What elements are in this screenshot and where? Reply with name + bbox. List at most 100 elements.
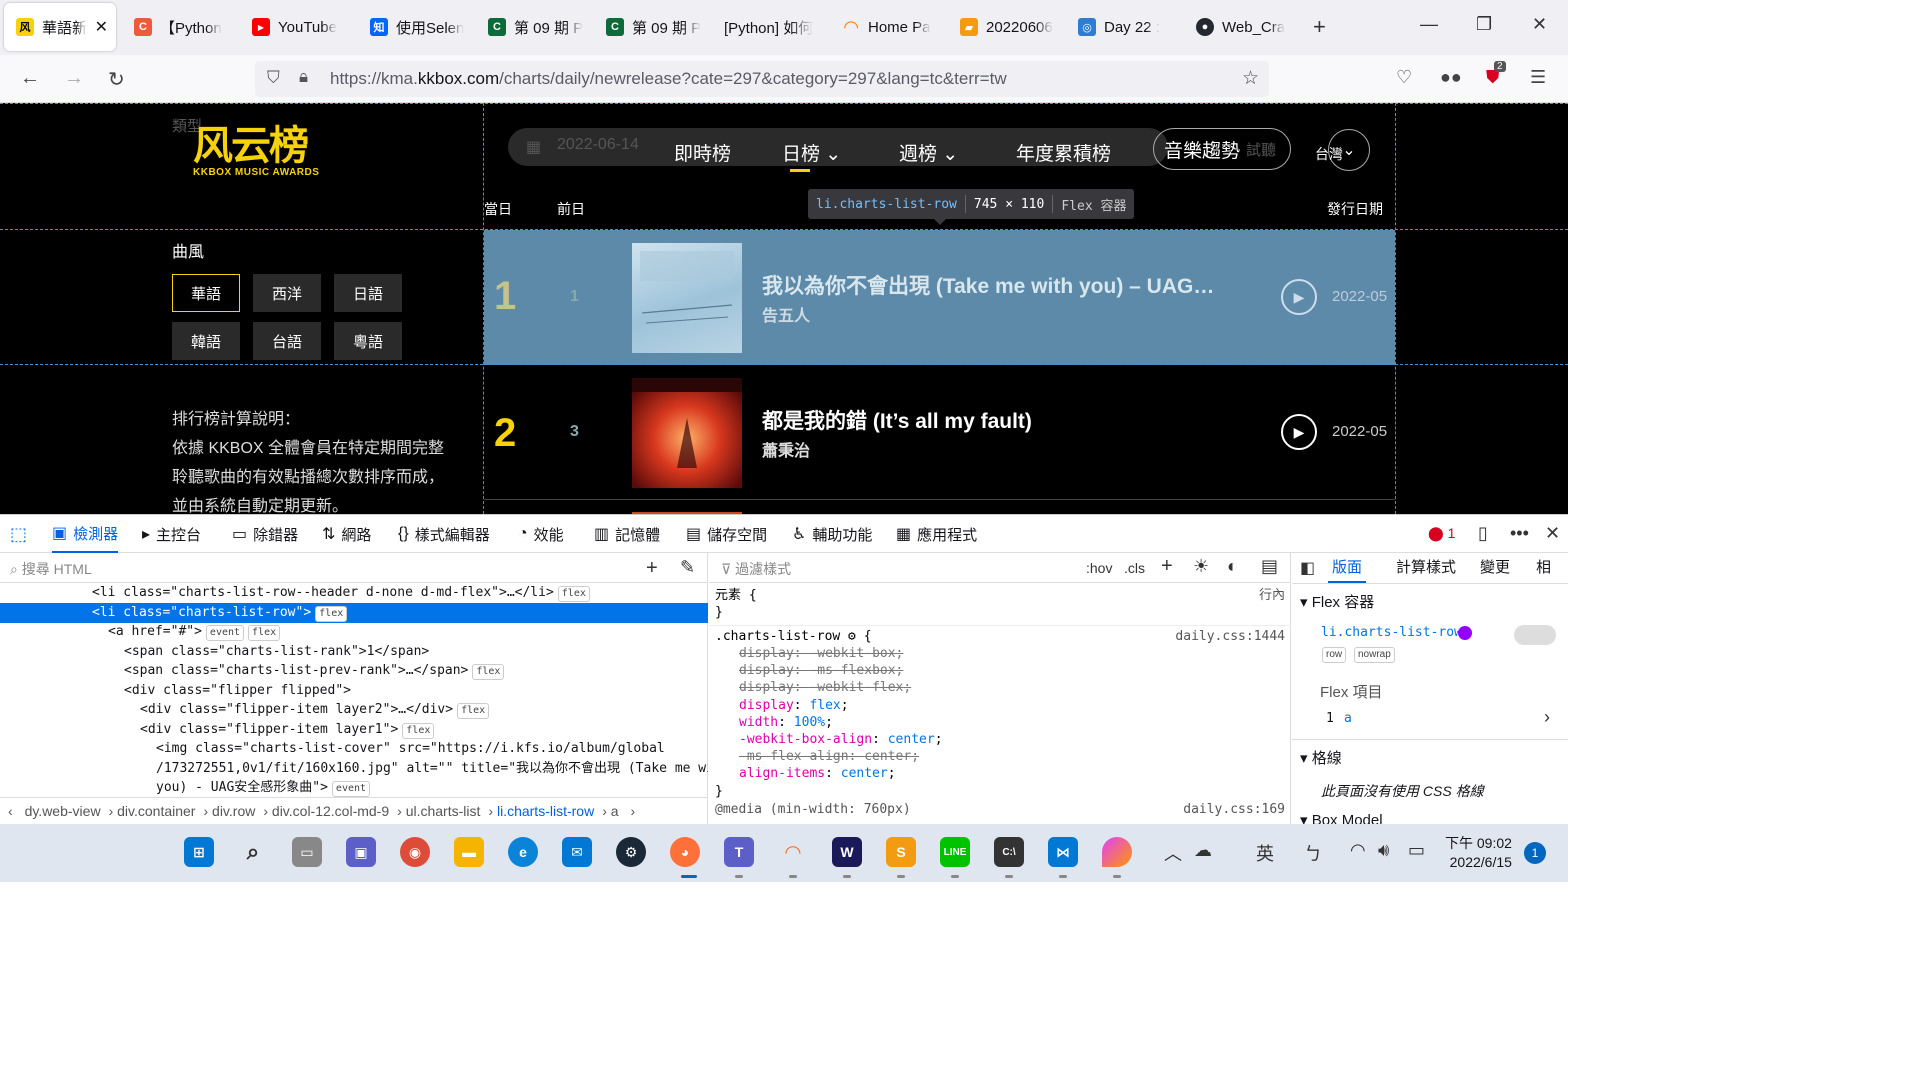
error-count-badge[interactable]: ⬤ 1: [1428, 525, 1455, 542]
css-declaration[interactable]: display: -webkit-box;: [709, 645, 1291, 662]
system-clock[interactable]: 下午 09:02 2022/6/15: [1445, 834, 1512, 872]
breadcrumb-item[interactable]: dy.web-view: [25, 803, 101, 819]
breadcrumb-item[interactable]: a: [611, 803, 619, 819]
kkbox-awards-logo[interactable]: 风云榜 KKBOX MUSIC AWARDS: [193, 125, 319, 178]
notification-badge[interactable]: 1: [1524, 842, 1546, 864]
browser-tab[interactable]: [Python] 如何: [712, 3, 824, 51]
print-icon[interactable]: ▤: [1261, 556, 1278, 577]
browser-tab-youtube[interactable]: ▶ YouTube: [240, 3, 352, 51]
browser-tab[interactable]: ● Web_Cra: [1184, 3, 1296, 51]
css-value[interactable]: center: [888, 732, 935, 747]
css-declaration[interactable]: display: -webkit-flex;: [709, 679, 1291, 696]
lock-icon[interactable]: 🔒︎: [299, 67, 308, 87]
close-tab-icon[interactable]: ✕: [95, 17, 108, 37]
media-source-link[interactable]: daily.css:169: [1183, 801, 1285, 818]
css-property[interactable]: display: [739, 646, 794, 661]
css-property[interactable]: width: [739, 715, 778, 730]
eyedropper-icon[interactable]: ✎: [680, 557, 695, 578]
battery-icon[interactable]: ▭: [1408, 840, 1425, 861]
play-button[interactable]: ▶: [1281, 279, 1317, 315]
menu-icon[interactable]: ☰: [1530, 67, 1546, 88]
file-explorer-icon[interactable]: ▬: [454, 837, 484, 867]
markup-node[interactable]: <a href="#"> event flex: [0, 622, 708, 642]
song-artist[interactable]: 蕭秉治: [762, 437, 810, 461]
css-property[interactable]: -webkit-box-align: [739, 732, 872, 747]
css-property[interactable]: display: [739, 698, 794, 713]
css-value[interactable]: center: [841, 766, 888, 781]
markup-badge[interactable]: flex: [402, 722, 435, 739]
back-icon[interactable]: ←: [20, 67, 40, 90]
css-value[interactable]: -ms-flexbox: [809, 663, 895, 678]
breadcrumb-item[interactable]: div.col-12.col-md-9: [272, 803, 389, 819]
reload-icon[interactable]: ↻: [108, 67, 125, 92]
chart-row[interactable]: 2 3 都是我的錯 (It’s all my fault) 蕭秉治 ▶ 2022…: [484, 365, 1395, 500]
edge-icon[interactable]: e: [508, 837, 538, 867]
close-devtools-icon[interactable]: ✕: [1545, 523, 1560, 544]
forward-icon[interactable]: →: [64, 67, 84, 90]
play-button[interactable]: ▶: [1281, 414, 1317, 450]
song-title[interactable]: 我以為你不會出現 (Take me with you) – UAG…: [762, 270, 1214, 300]
breadcrumb-forward-icon[interactable]: ›: [630, 803, 635, 819]
css-value[interactable]: center: [864, 749, 911, 764]
start-icon[interactable]: ⊞: [184, 837, 214, 867]
nav-realtime[interactable]: 即時榜: [674, 139, 731, 166]
ime-mode[interactable]: ㄅ: [1304, 840, 1322, 866]
markup-node[interactable]: <li class="charts-list-row--header d-non…: [0, 583, 708, 603]
markup-badge[interactable]: flex: [557, 586, 590, 602]
css-declaration[interactable]: align-items: center;: [709, 765, 1291, 782]
markup-badge[interactable]: flex: [472, 664, 505, 680]
tab-computed[interactable]: 計算樣式: [1396, 553, 1456, 583]
css-declaration[interactable]: -ms-flex-align: center;: [709, 748, 1291, 765]
extension-icon[interactable]: ●●: [1440, 67, 1462, 88]
css-declaration[interactable]: display: flex;: [709, 697, 1291, 714]
markup-badge[interactable]: flex: [315, 605, 348, 622]
paint-icon[interactable]: [1102, 837, 1132, 867]
search-icon[interactable]: ⌕: [238, 837, 268, 867]
nav-daily[interactable]: 日榜 ⌄: [782, 139, 841, 172]
task-view-icon[interactable]: ▭: [292, 837, 322, 867]
flex-container-section[interactable]: ▾ Flex 容器: [1300, 591, 1374, 612]
markup-node[interactable]: you) - UAG安全感形象曲"> event: [0, 778, 708, 798]
css-declaration[interactable]: width: 100%;: [709, 714, 1291, 731]
chevron-up-icon[interactable]: ︿: [1164, 840, 1182, 866]
flex-container-node[interactable]: li.charts-list-row: [1321, 625, 1462, 640]
chat-icon[interactable]: ▣: [346, 837, 376, 867]
browser-tab[interactable]: ▰ 20220606: [948, 3, 1060, 51]
tab-storage[interactable]: ▤ 儲存空間: [686, 515, 767, 553]
chrome-icon[interactable]: ◉: [400, 837, 430, 867]
css-property[interactable]: display: [739, 663, 794, 678]
sidebar-toggle-icon[interactable]: ◧: [1300, 558, 1315, 578]
markup-badge[interactable]: flex: [248, 625, 281, 641]
tab-changes[interactable]: 變更: [1480, 553, 1510, 583]
flex-overlay-toggle[interactable]: [1514, 625, 1556, 645]
tab-application[interactable]: ▦ 應用程式: [896, 515, 977, 553]
hover-pseudo-toggle[interactable]: :hov: [1086, 560, 1112, 576]
html-search-input[interactable]: ⌕ 搜尋 HTML: [0, 553, 708, 583]
tab-inspector[interactable]: ▣ 檢測器: [52, 515, 119, 553]
markup-node[interactable]: /173272551,0v1/fit/160x160.jpg" alt="" t…: [0, 759, 708, 779]
pocket-icon[interactable]: ♡: [1396, 67, 1412, 88]
markup-badge[interactable]: event: [205, 625, 245, 641]
more-options-icon[interactable]: •••: [1510, 523, 1529, 544]
browser-tab-kkbox[interactable]: 风 華語新 ✕: [4, 3, 116, 51]
genre-button-cantonese[interactable]: 粵語: [334, 322, 402, 360]
tab-more[interactable]: 相: [1536, 553, 1551, 583]
add-node-icon[interactable]: +: [646, 557, 658, 580]
css-declaration[interactable]: -webkit-box-align: center;: [709, 731, 1291, 748]
wifi-icon[interactable]: ◠: [1350, 840, 1366, 861]
highlight-color-swatch[interactable]: [1458, 626, 1472, 640]
flex-item-node[interactable]: a: [1344, 711, 1352, 726]
song-artist[interactable]: 告五人: [762, 302, 810, 326]
markup-node[interactable]: <img class="charts-list-cover" src="http…: [0, 739, 708, 759]
shield-icon[interactable]: ⛉: [267, 68, 280, 88]
element-picker-icon[interactable]: ⬚: [10, 515, 27, 553]
css-property[interactable]: display: [739, 680, 794, 695]
steam-icon[interactable]: ⚙: [616, 837, 646, 867]
terminal-icon[interactable]: C:\: [994, 837, 1024, 867]
jupyter-icon[interactable]: ◠: [778, 837, 808, 867]
browser-tab[interactable]: ◎ Day 22 :: [1066, 3, 1178, 51]
markup-badge[interactable]: event: [331, 781, 371, 797]
close-window-icon[interactable]: ✕: [1532, 14, 1547, 35]
breadcrumb-back-icon[interactable]: ‹: [8, 803, 13, 819]
markup-node[interactable]: <div class="flipper flipped">: [0, 681, 708, 701]
